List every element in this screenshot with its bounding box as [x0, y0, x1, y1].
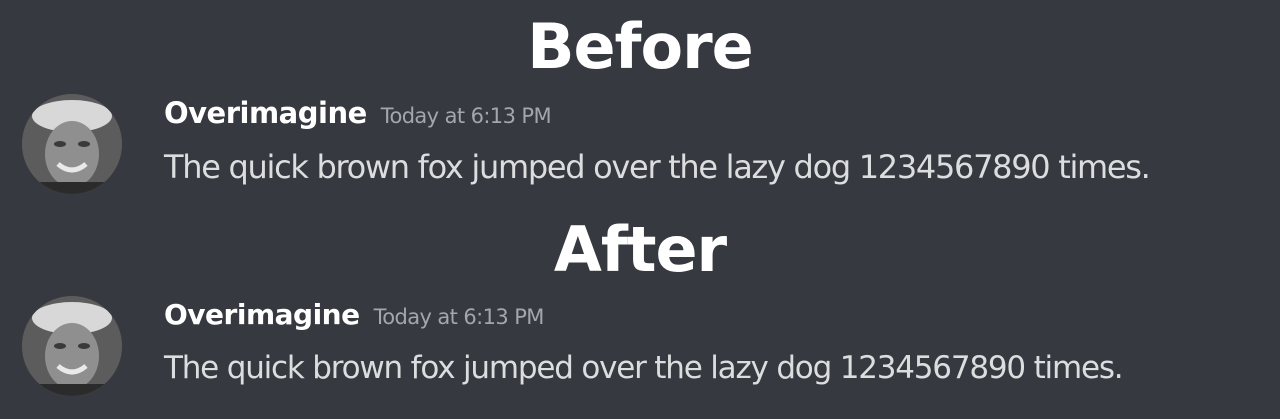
message-header: Overimagine Today at 6:13 PM — [164, 96, 552, 130]
user-avatar[interactable] — [22, 94, 122, 194]
avatar-photo-icon — [22, 94, 122, 194]
user-avatar[interactable] — [22, 296, 122, 396]
timestamp[interactable]: Today at 6:13 PM — [374, 305, 545, 329]
username[interactable]: Overimagine — [164, 298, 360, 331]
avatar-photo-icon — [22, 296, 122, 396]
username[interactable]: Overimagine — [164, 96, 367, 130]
message-content: The quick brown fox jumped over the lazy… — [164, 350, 1124, 386]
timestamp[interactable]: Today at 6:13 PM — [381, 104, 552, 128]
chat-message-after: Overimagine Today at 6:13 PM The quick br… — [22, 294, 1272, 398]
chat-message-before: Overimagine Today at 6:13 PM The quick br… — [22, 92, 1272, 196]
message-content: The quick brown fox jumped over the lazy… — [164, 148, 1151, 186]
message-header: Overimagine Today at 6:13 PM — [164, 298, 544, 331]
before-heading: Before — [527, 10, 754, 83]
after-heading: After — [553, 213, 727, 286]
